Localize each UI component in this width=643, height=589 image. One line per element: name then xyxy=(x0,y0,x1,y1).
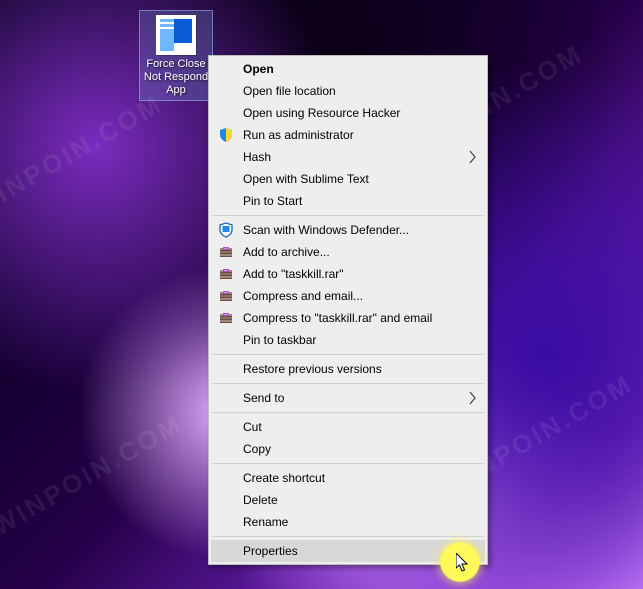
menu-item-label: Rename xyxy=(243,515,288,529)
menu-item[interactable]: Add to "taskkill.rar" xyxy=(211,263,485,285)
menu-item-label: Hash xyxy=(243,150,271,164)
menu-item-label: Restore previous versions xyxy=(243,362,382,376)
menu-item[interactable]: Create shortcut xyxy=(211,467,485,489)
menu-item-label: Create shortcut xyxy=(243,471,325,485)
shield-icon xyxy=(218,127,234,143)
menu-item[interactable]: Compress and email... xyxy=(211,285,485,307)
desktop-shortcut[interactable]: Force Close Not Respond App xyxy=(139,10,213,101)
menu-item-label: Open xyxy=(243,62,274,76)
winrar-icon xyxy=(218,310,234,326)
watermark: WINPOIN.COM xyxy=(0,88,168,222)
menu-item[interactable]: Pin to Start xyxy=(211,190,485,212)
menu-item[interactable]: Open using Resource Hacker xyxy=(211,102,485,124)
menu-separator xyxy=(212,354,484,355)
menu-item-label: Compress and email... xyxy=(243,289,363,303)
menu-item-label: Pin to taskbar xyxy=(243,333,316,347)
menu-item-label: Compress to "taskkill.rar" and email xyxy=(243,311,432,325)
menu-item-label: Scan with Windows Defender... xyxy=(243,223,409,237)
menu-item[interactable]: Open xyxy=(211,58,485,80)
menu-separator xyxy=(212,536,484,537)
menu-item[interactable]: Open file location xyxy=(211,80,485,102)
menu-item[interactable]: Send to xyxy=(211,387,485,409)
menu-separator xyxy=(212,412,484,413)
menu-item-label: Open file location xyxy=(243,84,336,98)
menu-item[interactable]: Open with Sublime Text xyxy=(211,168,485,190)
defender-icon xyxy=(218,222,234,238)
menu-item[interactable]: Scan with Windows Defender... xyxy=(211,219,485,241)
menu-item[interactable]: Hash xyxy=(211,146,485,168)
menu-separator xyxy=(212,215,484,216)
menu-separator xyxy=(212,463,484,464)
menu-item[interactable]: Pin to taskbar xyxy=(211,329,485,351)
context-menu: Open Open file location Open using Resourc… xyxy=(208,55,488,565)
menu-item[interactable]: Rename xyxy=(211,511,485,533)
menu-separator xyxy=(212,383,484,384)
menu-item-label: Open with Sublime Text xyxy=(243,172,369,186)
mouse-cursor-icon xyxy=(456,553,470,573)
shortcut-label: Force Close Not Respond App xyxy=(141,58,211,97)
menu-item-label: Run as administrator xyxy=(243,128,354,142)
menu-item[interactable]: Compress to "taskkill.rar" and email xyxy=(211,307,485,329)
menu-item-label: Send to xyxy=(243,391,284,405)
menu-item[interactable]: Add to archive... xyxy=(211,241,485,263)
menu-item-label: Add to archive... xyxy=(243,245,330,259)
menu-item[interactable]: Copy xyxy=(211,438,485,460)
menu-item[interactable]: Run as administrator xyxy=(211,124,485,146)
chevron-right-icon xyxy=(469,391,477,405)
menu-item-label: Cut xyxy=(243,420,262,434)
menu-item[interactable]: Delete xyxy=(211,489,485,511)
winrar-icon xyxy=(218,288,234,304)
menu-item[interactable]: Restore previous versions xyxy=(211,358,485,380)
winrar-icon xyxy=(218,244,234,260)
menu-item-label: Add to "taskkill.rar" xyxy=(243,267,344,281)
menu-item-label: Open using Resource Hacker xyxy=(243,106,400,120)
winrar-icon xyxy=(218,266,234,282)
menu-item-label: Delete xyxy=(243,493,278,507)
watermark: WINPOIN.COM xyxy=(0,408,188,542)
shortcut-file-icon xyxy=(156,15,196,55)
menu-item-label: Copy xyxy=(243,442,271,456)
menu-item-label: Pin to Start xyxy=(243,194,302,208)
menu-item-label: Properties xyxy=(243,544,298,558)
chevron-right-icon xyxy=(469,150,477,164)
menu-item[interactable]: Cut xyxy=(211,416,485,438)
